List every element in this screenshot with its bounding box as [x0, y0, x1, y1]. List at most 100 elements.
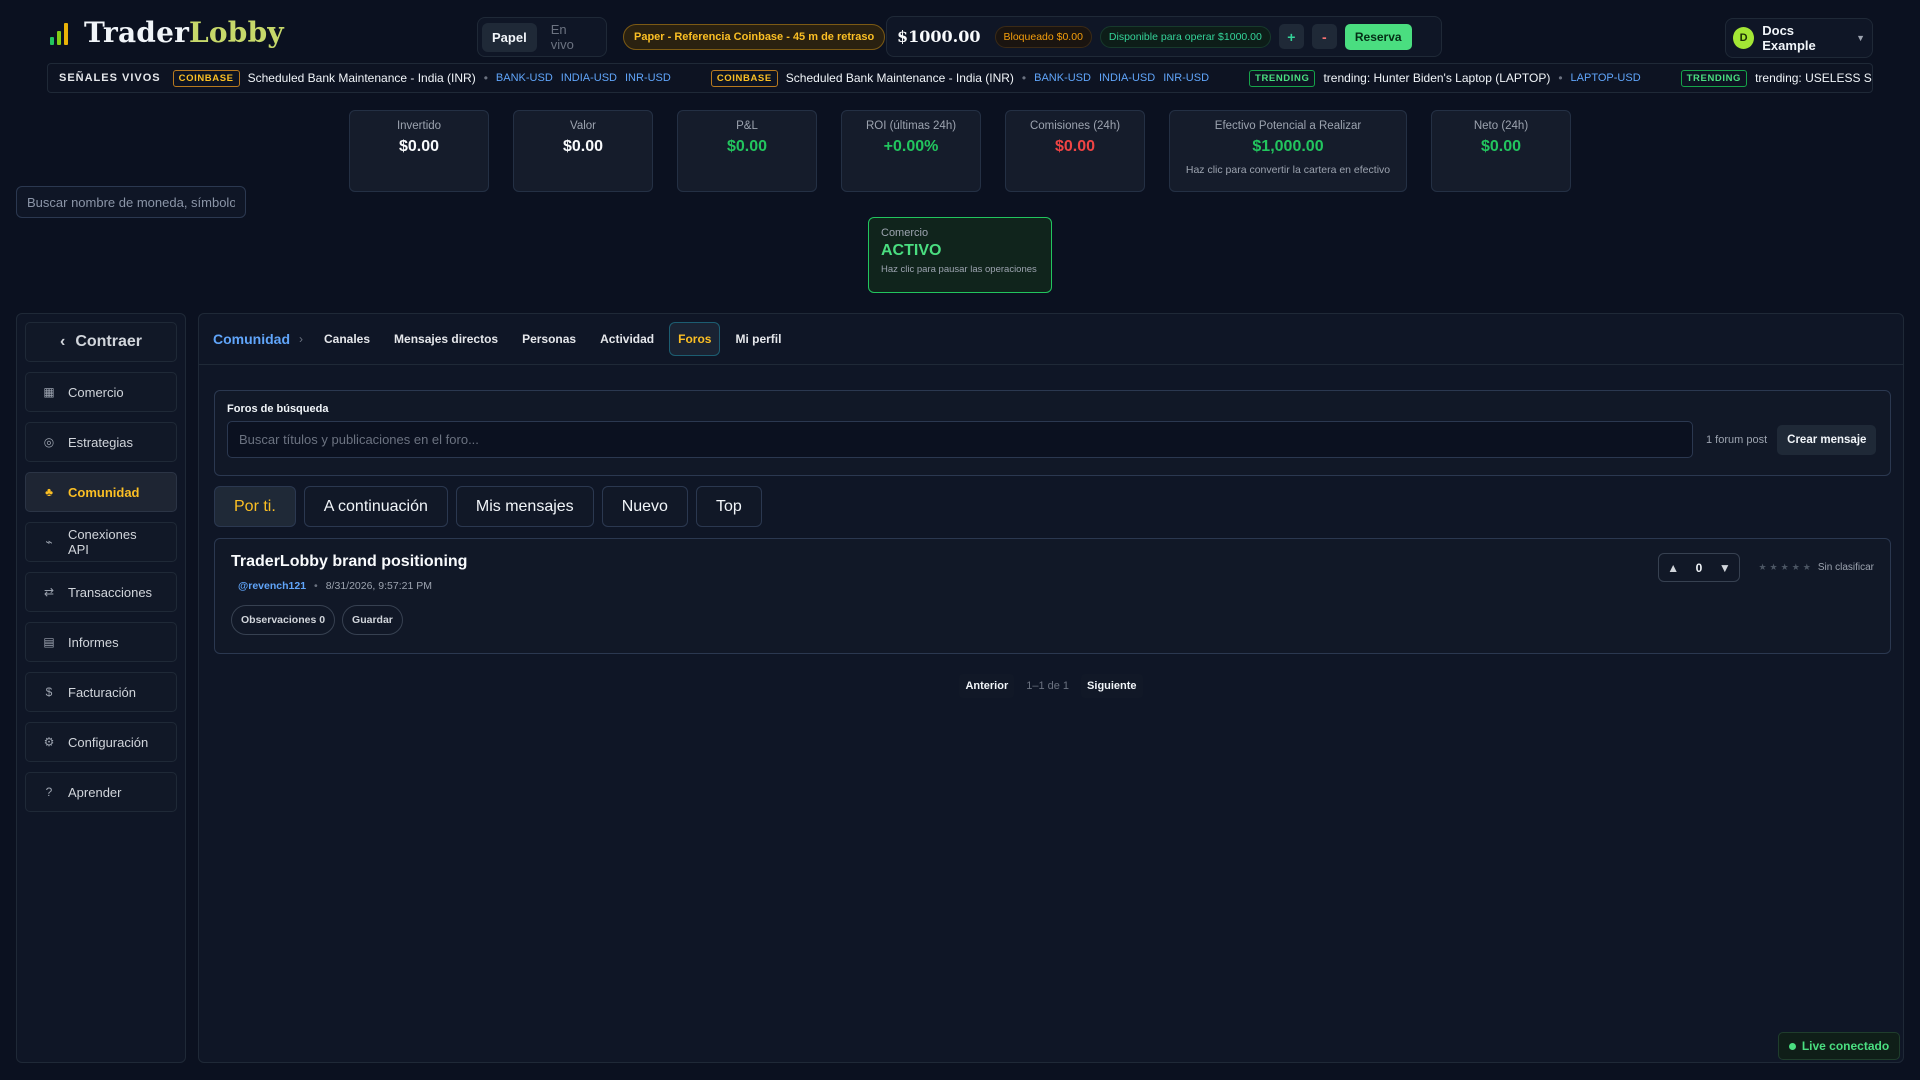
ticker-headline[interactable]: trending: Hunter Biden's Laptop (LAPTOP)	[1323, 71, 1550, 85]
star-rating[interactable]: ★ ★ ★ ★ ★ Sin clasificar	[1758, 562, 1874, 573]
ticker-item[interactable]: COINBASE Scheduled Bank Maintenance - Ind…	[172, 69, 671, 87]
stat-label: Neto (24h)	[1473, 120, 1529, 132]
ticker-symbol-link[interactable]: INR-USD	[1163, 72, 1209, 84]
filter-button[interactable]: A continuación	[303, 486, 448, 527]
sidebar-item-label: Estrategias	[68, 434, 134, 450]
filter-button[interactable]: Nuevo	[601, 486, 688, 527]
vote-count: 0	[1695, 560, 1703, 575]
star-icon[interactable]: ★	[1803, 562, 1811, 573]
collapse-sidebar-button[interactable]: ‹ Contraer	[25, 322, 177, 362]
next-page-button[interactable]: Siguiente	[1081, 674, 1143, 698]
star-icon[interactable]: ★	[1781, 562, 1789, 573]
page-info: 1–1 de 1	[1026, 680, 1070, 692]
tab-personas[interactable]: Personas	[513, 322, 585, 356]
filter-button[interactable]: Top	[695, 486, 762, 527]
ticker-headline[interactable]: Scheduled Bank Maintenance - India (INR)	[248, 71, 476, 85]
coin-search-input[interactable]	[16, 186, 246, 218]
ticker-headline[interactable]: trending: USELESS STONK (STON	[1755, 71, 1872, 85]
community-panel: Comunidad › Canales Mensajes directos Pers…	[198, 313, 1904, 1063]
star-icon[interactable]: ★	[1758, 562, 1766, 573]
sidebar-item-conexiones-api[interactable]: ⌁ Conexiones API	[25, 522, 177, 562]
star-icon[interactable]: ★	[1792, 562, 1800, 573]
source-badge: TRENDING	[1680, 69, 1748, 87]
paper-reference-badge: Paper - Referencia Coinbase - 45 m de re…	[623, 24, 886, 50]
ticker-item[interactable]: TRENDING trending: USELESS STONK (STON	[1680, 69, 1872, 87]
sidebar-item-comercio[interactable]: ▦ Comercio	[25, 372, 177, 412]
ticker-symbol-link[interactable]: BANK-USD	[1034, 72, 1091, 84]
ticker-item[interactable]: COINBASE Scheduled Bank Maintenance - Ind…	[710, 69, 1209, 87]
stat-value: $0.00	[1054, 138, 1096, 155]
brand-logo[interactable]: TraderLobby	[50, 16, 284, 49]
sidebar-item-comunidad[interactable]: ♣ Comunidad	[25, 472, 177, 512]
star-icon[interactable]: ★	[1770, 562, 1778, 573]
previous-page-button[interactable]: Anterior	[959, 674, 1015, 698]
ticker-symbol-link[interactable]: INDIA-USD	[561, 72, 617, 84]
swap-icon: ⇄	[43, 585, 55, 599]
stat-label: Comisiones (24h)	[1029, 120, 1121, 132]
upvote-icon[interactable]: ▲	[1667, 561, 1679, 575]
ticker-symbol-link[interactable]: INDIA-USD	[1099, 72, 1155, 84]
stat-card-value: Valor $0.00	[513, 110, 653, 192]
ticker-symbol-link[interactable]: LAPTOP-USD	[1571, 72, 1641, 84]
filter-button[interactable]: Por ti.	[214, 486, 296, 527]
create-post-button[interactable]: Crear mensaje	[1777, 424, 1877, 455]
post-author[interactable]: @revench121	[238, 580, 306, 592]
rating-label: Sin clasificar	[1817, 562, 1874, 573]
ticker-headline[interactable]: Scheduled Bank Maintenance - India (INR)	[786, 71, 1014, 85]
tab-mensajes-directos[interactable]: Mensajes directos	[385, 322, 507, 356]
stat-label: Efectivo Potencial a Realizar	[1214, 120, 1362, 132]
community-icon: ♣	[45, 485, 53, 499]
sidebar-item-label: Conexiones API	[67, 527, 137, 557]
sidebar-item-label: Facturación	[68, 684, 136, 700]
save-post-button[interactable]: Guardar	[342, 605, 403, 635]
sidebar-item-label: Comercio	[68, 384, 124, 400]
sidebar-item-estrategias[interactable]: ◎ Estrategias	[25, 422, 177, 462]
help-icon: ?	[45, 785, 53, 799]
forum-post[interactable]: TraderLobby brand positioning @revench12…	[214, 538, 1891, 654]
post-title[interactable]: TraderLobby brand positioning	[231, 553, 1874, 571]
live-signals-ticker: SEÑALES VIVOS COINBASE Scheduled Bank Mai…	[47, 63, 1873, 93]
tab-actividad[interactable]: Actividad	[591, 322, 663, 356]
sidebar-item-informes[interactable]: ▤ Informes	[25, 622, 177, 662]
ticker-item[interactable]: TRENDING trending: Hunter Biden's Laptop …	[1249, 69, 1641, 87]
sidebar-item-label: Informes	[68, 634, 119, 650]
available-balance-pill: Disponible para operar $1000.00	[1099, 25, 1271, 48]
tab-mi-perfil[interactable]: Mi perfil	[726, 322, 790, 356]
sidebar-item-facturacion[interactable]: $ Facturación	[25, 672, 177, 712]
user-menu[interactable]: D Docs Example ▼	[1725, 18, 1873, 58]
stat-card-potential-cash[interactable]: Efectivo Potencial a Realizar $1,000.00 Ha…	[1169, 110, 1407, 192]
stat-value: $0.00	[726, 138, 768, 155]
blocked-balance-pill: Bloqueado $0.00	[994, 25, 1092, 48]
tab-foros[interactable]: Foros	[669, 322, 721, 356]
source-badge: COINBASE	[710, 69, 778, 87]
sidebar-item-transacciones[interactable]: ⇄ Transacciones	[25, 572, 177, 612]
reserve-button[interactable]: Reserva	[1344, 23, 1412, 50]
separator-dot: •	[1021, 71, 1027, 85]
observations-button[interactable]: Observaciones 0	[231, 605, 336, 635]
stat-card-pnl: P&L $0.00	[677, 110, 817, 192]
breadcrumb[interactable]: Comunidad	[213, 331, 290, 347]
mode-paper-option[interactable]: Papel	[482, 22, 537, 52]
stat-card-fees-24h: Comisiones (24h) $0.00	[1005, 110, 1145, 192]
downvote-icon[interactable]: ▼	[1719, 561, 1731, 575]
forum-search-input[interactable]	[227, 421, 1693, 458]
gear-icon: ⚙	[43, 735, 55, 749]
ticker-label: SEÑALES VIVOS	[59, 72, 161, 84]
ticker-symbol-link[interactable]: BANK-USD	[496, 72, 553, 84]
sidebar-item-aprender[interactable]: ? Aprender	[25, 772, 177, 812]
tab-canales[interactable]: Canales	[315, 322, 379, 356]
mode-live-option[interactable]: En vivo	[541, 15, 602, 59]
stat-label: P&L	[736, 120, 758, 132]
ticker-symbol-link[interactable]: INR-USD	[625, 72, 671, 84]
sidebar-item-configuracion[interactable]: ⚙ Configuración	[25, 722, 177, 762]
chevron-down-icon: ▼	[1856, 33, 1865, 43]
avatar: D	[1733, 27, 1755, 49]
trading-status-value: ACTIVO	[881, 242, 942, 259]
remove-funds-button[interactable]: -	[1311, 24, 1337, 49]
trading-status-hint: Haz clic para pausar las operaciones	[881, 264, 1037, 275]
filter-button[interactable]: Mis mensajes	[455, 486, 594, 527]
add-funds-button[interactable]: +	[1278, 24, 1304, 49]
community-tabbar: Comunidad › Canales Mensajes directos Pers…	[199, 314, 1903, 365]
brand-name: TraderLobby	[84, 16, 284, 49]
trading-status-card[interactable]: Comercio ACTIVO Haz clic para pausar las…	[868, 217, 1052, 293]
